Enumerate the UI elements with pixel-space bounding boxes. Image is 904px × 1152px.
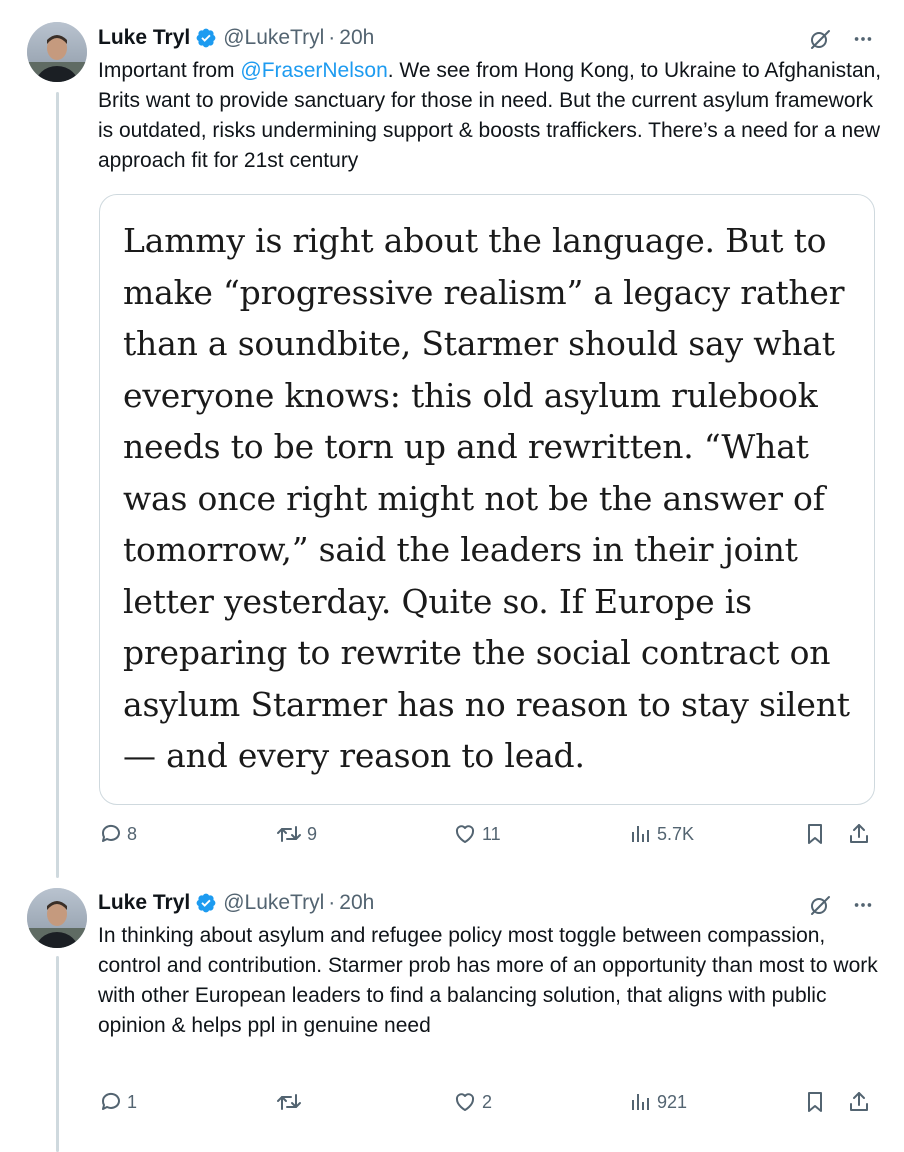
views-icon (629, 822, 653, 846)
verified-badge-icon (195, 892, 217, 914)
more-icon[interactable] (852, 894, 874, 916)
bookmark-icon (803, 1090, 827, 1114)
tweet-text: In thinking about asylum and refugee pol… (98, 924, 878, 1037)
header-icons (808, 27, 874, 51)
reply-count: 8 (127, 823, 138, 844)
like-count: 11 (482, 823, 501, 844)
like-icon (452, 1090, 478, 1114)
mention-link[interactable]: @FraserNelson (240, 59, 387, 82)
separator: · (328, 26, 336, 49)
author-handle[interactable]: @LukeTryl (223, 890, 324, 916)
grok-icon[interactable] (808, 27, 832, 51)
header-icons (808, 893, 874, 917)
avatar[interactable] (27, 22, 87, 82)
views-icon (629, 1090, 653, 1114)
like-count: 2 (482, 1091, 493, 1112)
reply-count: 1 (127, 1091, 138, 1112)
tweet-header: Luke Tryl @LukeTryl · 20h (98, 25, 374, 51)
thread-line (56, 956, 59, 1152)
share-icon (847, 1090, 871, 1114)
thread-line (56, 92, 59, 878)
timestamp[interactable]: 20h (339, 25, 374, 51)
grok-icon[interactable] (808, 893, 832, 917)
tweet-text-part: Important from (98, 59, 241, 82)
share-button[interactable] (847, 1090, 871, 1114)
author-name[interactable]: Luke Tryl (98, 25, 190, 51)
bookmark-button[interactable] (803, 1090, 827, 1114)
author-name[interactable]: Luke Tryl (98, 890, 190, 916)
action-bar: 8 9 11 5.7K (99, 822, 877, 856)
separator: · (328, 891, 336, 914)
repost-count: 9 (307, 823, 318, 844)
views-button[interactable]: 5.7K (629, 822, 694, 846)
repost-icon (275, 822, 303, 846)
author-handle[interactable]: @LukeTryl (223, 25, 324, 51)
action-bar: 1 2 921 (99, 1090, 877, 1124)
views-button[interactable]: 921 (629, 1090, 687, 1114)
repost-button[interactable] (275, 1090, 307, 1114)
like-button[interactable]: 2 (452, 1090, 492, 1114)
share-button[interactable] (847, 822, 871, 846)
reply-button[interactable]: 8 (99, 822, 137, 846)
views-count: 921 (657, 1091, 688, 1112)
repost-icon (275, 1090, 303, 1114)
like-button[interactable]: 11 (452, 822, 501, 846)
avatar[interactable] (27, 888, 87, 948)
tweet-text: Important from @FraserNelson. We see fro… (98, 56, 888, 176)
reply-icon (99, 822, 123, 846)
bookmark-icon (803, 822, 827, 846)
tweet-header: Luke Tryl @LukeTryl · 20h (98, 890, 374, 916)
more-icon[interactable] (852, 28, 874, 50)
reply-icon (99, 1090, 123, 1114)
verified-badge-icon (195, 27, 217, 49)
share-icon (847, 822, 871, 846)
bookmark-button[interactable] (803, 822, 827, 846)
repost-button[interactable]: 9 (275, 822, 317, 846)
quoted-excerpt-text: Lammy is right about the language. But t… (123, 221, 850, 775)
timestamp[interactable]: 20h (339, 890, 374, 916)
views-count: 5.7K (657, 823, 695, 844)
quoted-image-card[interactable]: Lammy is right about the language. But t… (99, 194, 875, 805)
reply-button[interactable]: 1 (99, 1090, 137, 1114)
like-icon (452, 822, 478, 846)
